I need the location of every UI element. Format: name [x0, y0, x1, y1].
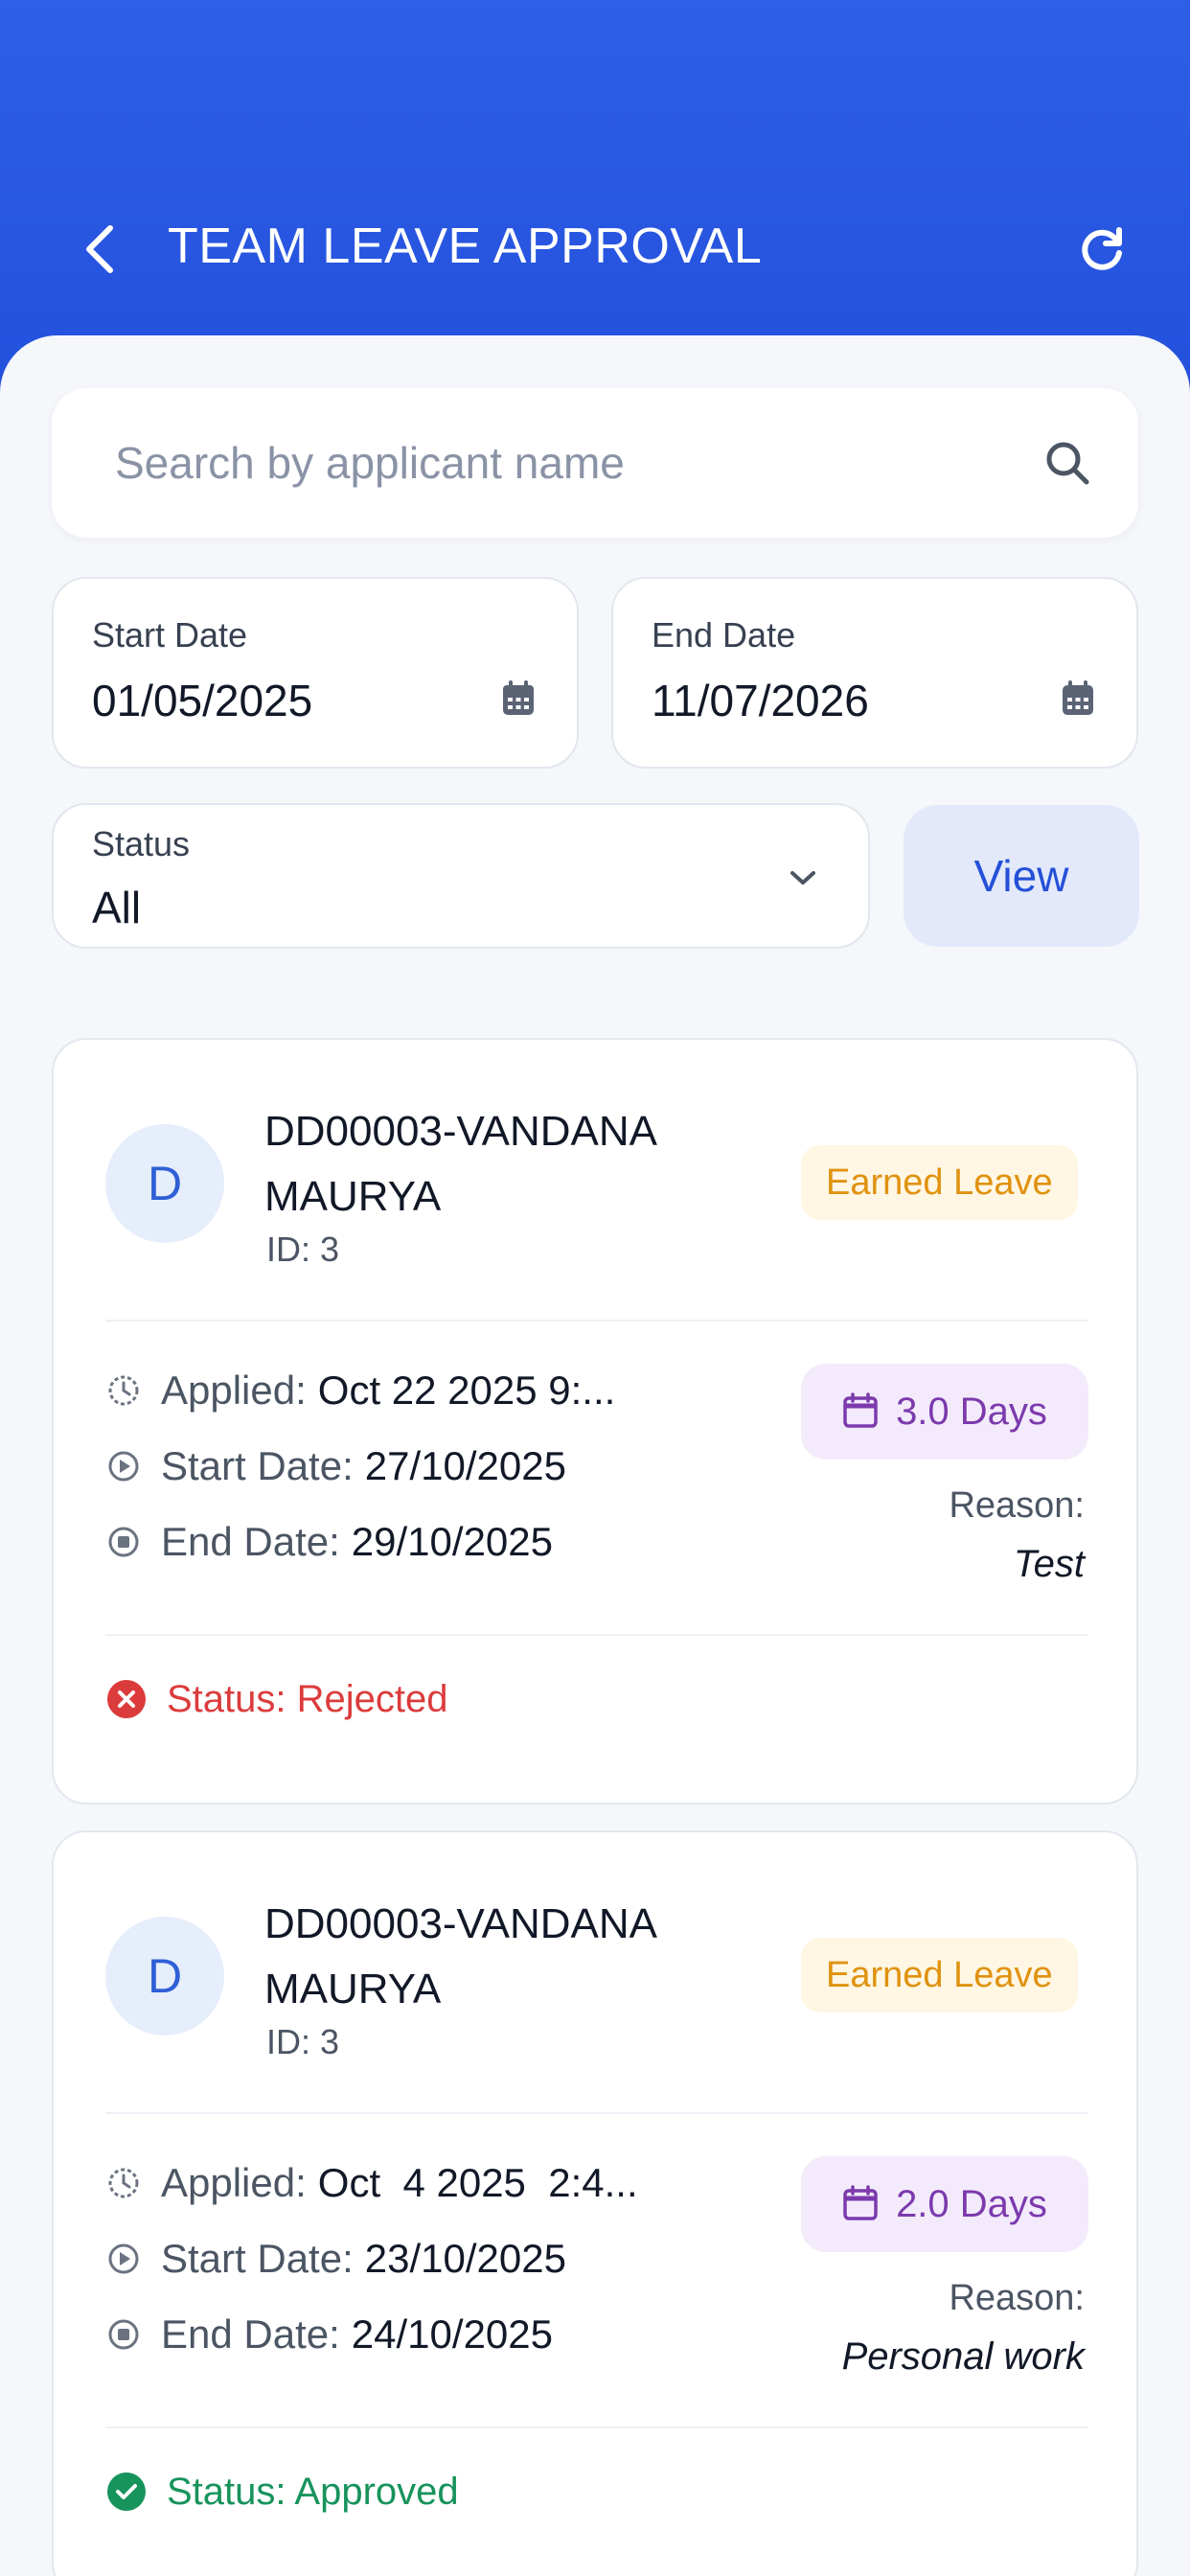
divider: [105, 1634, 1088, 1636]
check-circle-icon: [105, 2471, 148, 2513]
days-count: 2.0 Days: [896, 2182, 1047, 2225]
end-date-label: End Date:: [161, 2312, 340, 2357]
calendar-icon: [842, 2185, 881, 2223]
x-circle-icon: [105, 1678, 148, 1720]
clock-icon: [105, 2165, 142, 2201]
stop-circle-icon: [105, 2316, 142, 2353]
end-date-label: End Date: [652, 615, 796, 655]
applicant-id: ID: 3: [266, 2022, 340, 2061]
calendar-icon[interactable]: [494, 675, 542, 723]
page-title: TEAM LEAVE APPROVAL: [168, 218, 763, 274]
search-button[interactable]: [1034, 429, 1101, 496]
back-button[interactable]: [67, 216, 134, 283]
leave-type-badge: Earned Leave: [801, 1938, 1078, 2012]
chevron-down-icon: [784, 859, 822, 897]
applicant-name: DD00003-VANDANA MAURYA: [264, 1900, 655, 2012]
applicant-name: DD00003-VANDANA MAURYA: [264, 1108, 655, 1220]
start-date-label: Start Date:: [161, 1443, 354, 1488]
status-dropdown[interactable]: Status All: [52, 803, 870, 949]
days-badge: 3.0 Days: [801, 1364, 1088, 1460]
divider: [105, 1320, 1088, 1322]
end-date-value: 24/10/2025: [351, 2312, 554, 2357]
start-date-label: Start Date:: [161, 2236, 354, 2281]
header-bar: TEAM LEAVE APPROVAL: [0, 196, 1190, 302]
play-circle-icon: [105, 2241, 142, 2277]
status-selected: All: [92, 883, 142, 932]
divider: [105, 2112, 1088, 2114]
calendar-icon: [842, 1392, 881, 1431]
end-date-value: 29/10/2025: [351, 1519, 554, 1564]
applied-row: Applied: Oct 22 2025 9:...: [105, 1362, 615, 1419]
leave-type-badge: Earned Leave: [801, 1145, 1078, 1220]
end-date-value: 11/07/2026: [652, 676, 869, 725]
applied-label: Applied:: [161, 1368, 307, 1413]
start-date-value: 23/10/2025: [364, 2236, 566, 2281]
refresh-button[interactable]: [1068, 216, 1135, 283]
applied-row: Applied: Oct 4 2025 2:4...: [105, 2154, 638, 2212]
applied-label: Applied:: [161, 2160, 307, 2205]
refresh-icon: [1082, 227, 1122, 270]
end-date-row: End Date: 24/10/2025: [105, 2306, 553, 2363]
chevron-left-icon: [86, 225, 113, 273]
play-circle-icon: [105, 1448, 142, 1484]
days-count: 3.0 Days: [896, 1390, 1047, 1433]
start-date-label: Start Date: [92, 615, 248, 655]
reason-label: Reason:: [949, 1485, 1085, 1526]
start-date-value: 27/10/2025: [364, 1443, 566, 1488]
avatar: D: [105, 1917, 224, 2036]
leave-request-card[interactable]: D DD00003-VANDANA MAURYA ID: 3 Earned Le…: [52, 1830, 1138, 2576]
start-date-value: 01/05/2025: [92, 676, 313, 725]
start-date-field[interactable]: Start Date 01/05/2025: [52, 577, 579, 769]
reason-label: Reason:: [949, 2278, 1085, 2318]
end-date-field[interactable]: End Date 11/07/2026: [611, 577, 1138, 769]
search-icon: [1046, 442, 1089, 485]
search-bar[interactable]: [52, 388, 1138, 538]
divider: [105, 2426, 1088, 2428]
search-input[interactable]: [115, 426, 977, 499]
status-row: Status: Rejected: [105, 1670, 448, 1728]
reason-value: Test: [1013, 1543, 1085, 1585]
applicant-id: ID: 3: [266, 1230, 340, 1269]
status-label: Status: [92, 824, 191, 863]
status-text: Status: Rejected: [167, 1677, 448, 1720]
applied-value: Oct 22 2025 9:...: [317, 1368, 616, 1413]
status-row: Status: Approved: [105, 2463, 459, 2520]
end-date-row: End Date: 29/10/2025: [105, 1513, 553, 1571]
end-date-label: End Date:: [161, 1519, 340, 1564]
leave-request-card[interactable]: D DD00003-VANDANA MAURYA ID: 3 Earned Le…: [52, 1038, 1138, 1805]
calendar-icon[interactable]: [1054, 675, 1102, 723]
stop-circle-icon: [105, 1524, 142, 1560]
reason-value: Personal work: [841, 2335, 1085, 2378]
clock-icon: [105, 1372, 142, 1409]
avatar: D: [105, 1124, 224, 1243]
status-text: Status: Approved: [167, 2470, 459, 2513]
start-date-row: Start Date: 23/10/2025: [105, 2230, 566, 2288]
view-button[interactable]: View: [904, 805, 1139, 947]
start-date-row: Start Date: 27/10/2025: [105, 1438, 566, 1495]
applied-value: Oct 4 2025 2:4...: [317, 2160, 638, 2205]
days-badge: 2.0 Days: [801, 2156, 1088, 2252]
